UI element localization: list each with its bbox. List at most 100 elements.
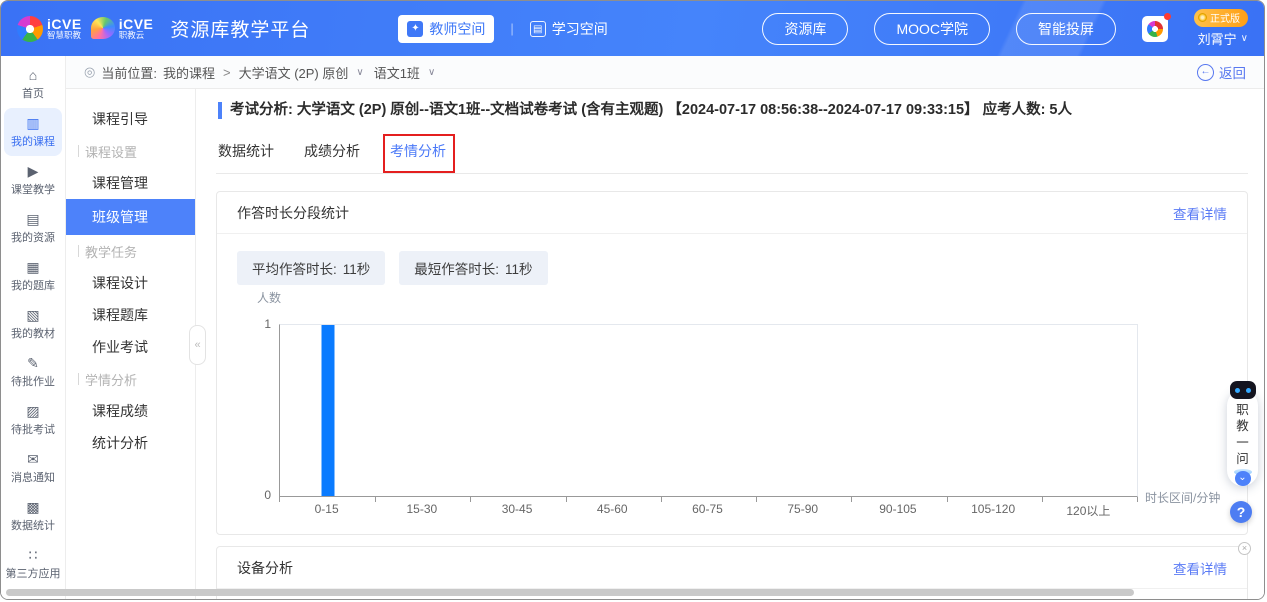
logo-brand: iCVE	[119, 17, 154, 32]
assistant-collapse-button[interactable]: ⌄	[1235, 471, 1251, 486]
average-duration-stat: 平均作答时长: 11秒	[237, 251, 385, 285]
exam-icon: ▨	[26, 404, 39, 419]
header-actions: 资源库 MOOC学院 智能投屏 正式版 刘霄宁 ∨	[762, 9, 1248, 48]
bar-slot	[1042, 325, 1137, 496]
teacher-space-label: 教师空间	[429, 19, 485, 39]
x-tick-label: 60-75	[660, 502, 755, 519]
rail-item-my-resources[interactable]: ▤ 我的资源	[4, 204, 62, 252]
rail-item-homework-to-grade[interactable]: ✎ 待批作业	[4, 348, 62, 396]
play-icon: ▶	[28, 164, 39, 179]
bar-slot	[947, 325, 1042, 496]
resource-library-button[interactable]: 资源库	[762, 13, 848, 45]
rail-item-exams-to-grade[interactable]: ▨ 待批考试	[4, 396, 62, 444]
learning-space-icon: ▤	[530, 21, 546, 37]
notification-dot	[1164, 13, 1171, 20]
rail-item-my-question-bank[interactable]: ▦ 我的题库	[4, 252, 62, 300]
menu-item-course-question-bank[interactable]: 课程题库	[66, 299, 195, 331]
menu-item-homework-exam[interactable]: 作业考试	[66, 331, 195, 363]
course-menu: 课程引导 课程设置 课程管理 班级管理 教学任务 课程设计 课程题库 作业考试 …	[66, 89, 196, 599]
pencil-icon: ✎	[27, 356, 39, 371]
rail-item-data-statistics[interactable]: ▩ 数据统计	[4, 492, 62, 540]
x-axis-title: 时长区间/分钟	[1145, 489, 1220, 506]
view-details-link[interactable]: 查看详情	[1173, 203, 1227, 223]
version-badge: 正式版	[1194, 9, 1248, 27]
caret-down-icon[interactable]: ∨	[428, 67, 435, 78]
menu-item-course-management[interactable]: 课程管理	[66, 167, 195, 199]
view-details-link[interactable]: 查看详情	[1173, 558, 1227, 578]
shortest-duration-stat: 最短作答时长: 11秒	[399, 251, 547, 285]
tab-label: 考情分析	[390, 143, 446, 159]
bar-slot	[470, 325, 565, 496]
avatar-logo-icon	[1147, 21, 1163, 37]
library-icon: ▤	[26, 212, 39, 227]
help-button[interactable]: ?	[1230, 501, 1252, 523]
mooc-academy-button[interactable]: MOOC学院	[874, 13, 990, 45]
section-marker	[78, 245, 79, 257]
learning-space-button[interactable]: ▤ 学习空间	[530, 19, 608, 39]
location-label: 当前位置:	[101, 63, 157, 82]
logo-brand: iCVE	[47, 17, 82, 32]
bar-slot	[756, 325, 851, 496]
top-header: iCVE 智慧职教 iCVE 职教云 资源库教学平台 ✦ 教师空间 | ▤	[1, 1, 1264, 56]
x-tick-label: 105-120	[946, 502, 1041, 519]
breadcrumb-class-dropdown[interactable]: 语文1班	[374, 63, 420, 82]
main-content: 考试分析: 大学语文 (2P) 原创--语文1班--文档试卷考试 (含有主观题)…	[196, 89, 1264, 599]
teacher-space-icon: ✦	[407, 21, 423, 37]
breadcrumb-course-dropdown[interactable]: 大学语文 (2P) 原创	[239, 63, 349, 82]
back-label: 返回	[1219, 62, 1246, 82]
x-tick-label: 75-90	[755, 502, 850, 519]
tab-data-statistics[interactable]: 数据统计	[218, 141, 274, 161]
nav-divider: |	[510, 21, 513, 36]
x-tick-label: 30-45	[469, 502, 564, 519]
sidebar-collapse-button[interactable]: «	[189, 325, 206, 365]
rail-item-my-courses[interactable]: ▥ 我的课程	[4, 108, 62, 156]
icve-shell-logo-icon	[91, 17, 115, 39]
x-tick-label: 15-30	[374, 502, 469, 519]
menu-item-course-design[interactable]: 课程设计	[66, 267, 195, 299]
horizontal-scrollbar[interactable]	[6, 589, 1134, 596]
medal-icon	[1198, 13, 1207, 22]
menu-item-statistical-analysis[interactable]: 统计分析	[66, 427, 195, 459]
assistant-widget[interactable]: 职教一问 ⌄	[1227, 390, 1258, 486]
statistics-icon: ▩	[26, 500, 39, 515]
duration-stats: 平均作答时长: 11秒 最短作答时长: 11秒	[237, 251, 548, 285]
menu-item-class-management[interactable]: 班级管理	[66, 199, 195, 235]
menu-item-course-guide[interactable]: 课程引导	[66, 103, 195, 135]
teacher-space-button[interactable]: ✦ 教师空间	[398, 15, 494, 43]
analysis-tabs: 数据统计 成绩分析 考情分析	[218, 141, 446, 161]
rail-item-classroom-teaching[interactable]: ▶ 课堂教学	[4, 156, 62, 204]
avatar[interactable]	[1142, 16, 1168, 42]
rail-item-third-party-apps[interactable]: ∷ 第三方应用	[4, 540, 62, 588]
card-title: 作答时长分段统计	[237, 203, 349, 223]
user-menu[interactable]: 正式版 刘霄宁 ∨	[1194, 9, 1248, 48]
assistant-label: 职教一问	[1235, 402, 1250, 468]
close-widget-button[interactable]: ×	[1238, 542, 1251, 555]
logo-sub: 职教云	[119, 31, 154, 40]
tab-exam-situation-analysis[interactable]: 考情分析	[390, 141, 446, 161]
bar-slot	[280, 325, 375, 496]
assistant-robot-icon	[1230, 381, 1256, 399]
breadcrumb-my-courses[interactable]: 我的课程	[163, 63, 215, 82]
home-icon: ⌂	[29, 68, 37, 83]
message-icon: ✉	[27, 452, 39, 467]
caret-down-icon[interactable]: ∨	[356, 67, 363, 78]
x-tick-label: 45-60	[565, 502, 660, 519]
rail-item-my-textbooks[interactable]: ▧ 我的教材	[4, 300, 62, 348]
card-header: 作答时长分段统计 查看详情	[217, 192, 1247, 234]
rail-item-messages[interactable]: ✉ 消息通知	[4, 444, 62, 492]
menu-section-learning-analysis: 学情分析	[66, 363, 195, 395]
smart-screen-cast-button[interactable]: 智能投屏	[1016, 13, 1116, 45]
tab-grade-analysis[interactable]: 成绩分析	[304, 141, 360, 161]
y-tick-max: 1	[245, 317, 271, 331]
menu-item-course-grades[interactable]: 课程成绩	[66, 395, 195, 427]
logo-group[interactable]: iCVE 智慧职教 iCVE 职教云 资源库教学平台	[17, 15, 310, 42]
tabs-divider	[216, 173, 1248, 174]
menu-section-teaching-tasks: 教学任务	[66, 235, 195, 267]
back-button[interactable]: ← 返回	[1197, 62, 1246, 82]
back-arrow-icon: ←	[1197, 64, 1214, 81]
rail-item-home[interactable]: ⌂ 首页	[4, 60, 62, 108]
bar-slot	[566, 325, 661, 496]
space-nav: ✦ 教师空间 | ▤ 学习空间	[398, 15, 607, 43]
y-tick-min: 0	[245, 488, 271, 502]
version-badge-label: 正式版	[1210, 10, 1240, 25]
